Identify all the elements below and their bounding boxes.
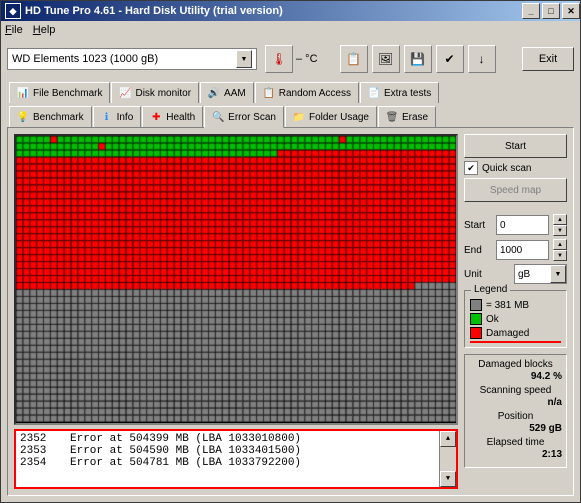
scan-grid-container — [14, 134, 458, 425]
random-access-icon: 📋 — [263, 87, 275, 99]
app-icon: ◆ — [5, 3, 21, 19]
tab-random-access[interactable]: 📋Random Access — [255, 82, 359, 103]
tab-content: 2352Error at 504399 MB (LBA 1033010800)2… — [7, 127, 574, 496]
quick-scan-checkbox[interactable]: ✔ Quick scan — [464, 161, 567, 175]
legend-box: Legend = 381 MB Ok Damaged — [464, 290, 567, 348]
temperature-value: – °C — [296, 53, 318, 65]
error-log-scrollbar[interactable]: ▲ ▼ — [439, 431, 456, 487]
tab-file-benchmark[interactable]: 📊File Benchmark — [9, 82, 110, 103]
tab-aam[interactable]: 🔊AAM — [200, 82, 254, 103]
benchmark-icon: 💡 — [17, 111, 29, 123]
menubar: File Help — [1, 21, 580, 39]
drive-select[interactable]: WD Elements 1023 (1000 gB) ▼ — [7, 48, 257, 70]
stats-box: Damaged blocks 94.2 % Scanning speed n/a… — [464, 354, 567, 468]
start-button[interactable]: Start — [464, 134, 567, 158]
copy-info-button[interactable]: 📋 — [340, 45, 368, 73]
tab-health[interactable]: ✚Health — [142, 106, 203, 127]
tab-erase[interactable]: 🗑Erase — [378, 106, 436, 127]
tab-info[interactable]: ℹInfo — [93, 106, 142, 127]
block-size-swatch — [470, 299, 482, 311]
error-scan-icon: 🔍 — [212, 111, 224, 123]
maximize-button[interactable]: □ — [542, 3, 560, 19]
speed-map-button[interactable]: Speed map — [464, 178, 567, 202]
tab-disk-monitor[interactable]: 📈Disk monitor — [111, 82, 199, 103]
drive-select-value: WD Elements 1023 (1000 gB) — [12, 53, 158, 65]
folder-usage-icon: 📁 — [293, 111, 305, 123]
disk-monitor-icon: 📈 — [119, 87, 131, 99]
start-input[interactable]: 0 — [496, 215, 549, 235]
scroll-up-icon[interactable]: ▲ — [440, 431, 456, 447]
extra-tests-icon: 📄 — [368, 87, 380, 99]
minimize-tray-button[interactable]: ↓ — [468, 45, 496, 73]
unit-select[interactable]: gB ▼ — [514, 264, 567, 284]
start-field: Start 0 ▲▼ — [464, 214, 567, 236]
ok-swatch — [470, 313, 482, 325]
error-line: 2352Error at 504399 MB (LBA 1033010800) — [20, 433, 452, 445]
tab-folder-usage[interactable]: 📁Folder Usage — [285, 106, 377, 127]
save-button[interactable]: 💾 — [404, 45, 432, 73]
end-input[interactable]: 1000 — [496, 240, 549, 260]
erase-icon: 🗑 — [386, 111, 398, 123]
health-icon: ✚ — [150, 111, 162, 123]
end-field: End 1000 ▲▼ — [464, 239, 567, 261]
unit-field: Unit gB ▼ — [464, 264, 567, 284]
tab-error-scan[interactable]: 🔍Error Scan — [204, 106, 284, 128]
menu-help[interactable]: Help — [33, 24, 56, 36]
file-benchmark-icon: 📊 — [17, 87, 29, 99]
checkbox-icon: ✔ — [464, 161, 478, 175]
tab-row-1: 📊File Benchmark📈Disk monitor🔊AAM📋Random … — [1, 79, 580, 103]
minimize-button[interactable]: _ — [522, 3, 540, 19]
damaged-swatch — [470, 327, 482, 339]
start-spinner[interactable]: ▲▼ — [553, 214, 567, 236]
error-log: 2352Error at 504399 MB (LBA 1033010800)2… — [14, 429, 458, 489]
info-icon: ℹ — [101, 111, 113, 123]
thermometer-icon: 🌡 — [265, 45, 293, 73]
right-pane: Start ✔ Quick scan Speed map Start 0 ▲▼ … — [464, 134, 567, 489]
left-pane: 2352Error at 504399 MB (LBA 1033010800)2… — [14, 134, 458, 489]
exit-button[interactable]: Exit — [522, 47, 574, 71]
chevron-down-icon[interactable]: ▼ — [550, 265, 566, 283]
aam-icon: 🔊 — [208, 87, 220, 99]
titlebar: ◆ HD Tune Pro 4.61 - Hard Disk Utility (… — [1, 1, 580, 21]
chevron-down-icon[interactable]: ▼ — [236, 50, 252, 68]
tab-row-2: 💡BenchmarkℹInfo✚Health🔍Error Scan📁Folder… — [1, 103, 580, 127]
copy-screenshot-button[interactable]: 🖼 — [372, 45, 400, 73]
temperature-display: 🌡 – °C — [265, 45, 318, 73]
app-window: ◆ HD Tune Pro 4.61 - Hard Disk Utility (… — [0, 0, 581, 503]
options-button[interactable]: ✔ — [436, 45, 464, 73]
error-line: 2354Error at 504781 MB (LBA 1033792200) — [20, 457, 452, 469]
error-line: 2353Error at 504590 MB (LBA 1033401500) — [20, 445, 452, 457]
tab-extra-tests[interactable]: 📄Extra tests — [360, 82, 439, 103]
close-button[interactable]: ✕ — [562, 3, 580, 19]
menu-file[interactable]: File — [5, 24, 23, 36]
scroll-down-icon[interactable]: ▼ — [440, 471, 456, 487]
tab-benchmark[interactable]: 💡Benchmark — [9, 106, 92, 127]
toolbar: WD Elements 1023 (1000 gB) ▼ 🌡 – °C 📋 🖼 … — [1, 39, 580, 79]
end-spinner[interactable]: ▲▼ — [553, 239, 567, 261]
window-title: HD Tune Pro 4.61 - Hard Disk Utility (tr… — [25, 5, 283, 17]
scan-grid — [16, 136, 456, 422]
legend-underline — [470, 341, 561, 343]
